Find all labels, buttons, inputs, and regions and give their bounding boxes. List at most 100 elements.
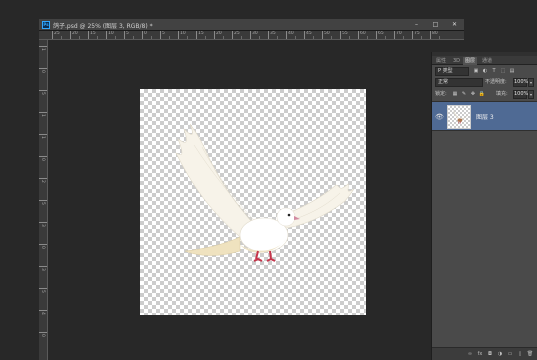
lock-label: 锁定: [435, 91, 447, 97]
ruler-minor-tick [259, 36, 260, 39]
lock-transparency-icon[interactable]: ▦ [451, 90, 459, 99]
blend-mode-dropdown[interactable]: 正常 [435, 78, 483, 87]
tab-3d[interactable]: 3D [451, 57, 462, 65]
new-group-icon[interactable]: ▭ [506, 350, 514, 359]
ruler-minor-tick [79, 36, 80, 39]
ruler-tick-label: 3 [40, 268, 45, 271]
ruler-tick: 65 [376, 31, 384, 39]
tab-channels[interactable]: 通道 [480, 57, 494, 65]
ruler-tick-label: 5 [40, 290, 45, 293]
ruler-tick-label: 20 [72, 31, 78, 36]
layer-thumbnail[interactable] [447, 105, 471, 129]
shape-filter-icon[interactable]: ⬚ [499, 67, 507, 76]
new-layer-icon[interactable]: ▯ [516, 350, 524, 359]
maximize-button[interactable]: □ [431, 21, 440, 29]
ruler-tick-label: 1 [40, 136, 45, 139]
ruler-minor-tick [223, 36, 224, 39]
ruler-tick-label: 70 [396, 31, 402, 36]
ruler-tick-label: 25 [234, 31, 240, 36]
ruler-tick-label: 4 [40, 312, 45, 315]
ruler-tick-label: 55 [342, 31, 348, 36]
ruler-tick: 75 [412, 31, 420, 39]
ruler-tick-label: 80 [432, 31, 438, 36]
type-filter-icon[interactable]: T [490, 67, 498, 76]
photoshop-icon: Ps [42, 21, 50, 29]
ruler-minor-tick [97, 36, 98, 39]
ruler-minor-tick [151, 36, 152, 39]
ruler-minor-tick [205, 36, 206, 39]
layer-style-icon[interactable]: fx [476, 350, 484, 359]
ruler-tick-label: 5 [162, 31, 165, 36]
ruler-minor-tick [421, 36, 422, 39]
ruler-minor-tick [277, 36, 278, 39]
ruler-tick: 20 [214, 31, 222, 39]
eye-icon[interactable]: 👁 [435, 113, 444, 121]
layer-row[interactable]: 👁 图层 3 [432, 101, 537, 131]
minimize-button[interactable]: – [412, 21, 421, 29]
ruler-minor-tick [439, 36, 440, 39]
ruler-tick-label: 20 [216, 31, 222, 36]
document-tab-bar[interactable]: Ps 鸽子.psd @ 25% (图层 3, RGB/8) * – □ ✕ [39, 19, 464, 31]
ruler-minor-tick [385, 36, 386, 39]
ruler-tick: 60 [358, 31, 366, 39]
lock-position-icon[interactable]: ✥ [469, 90, 477, 99]
trash-icon[interactable]: 🗑 [526, 350, 534, 359]
ruler-tick: 5 [39, 90, 47, 95]
document-title[interactable]: 鸽子.psd @ 25% (图层 3, RGB/8) * [53, 21, 153, 30]
ruler-tick: 2 [39, 178, 47, 183]
adjustment-layer-icon[interactable]: ◑ [496, 350, 504, 359]
add-mask-icon[interactable]: ◘ [486, 350, 494, 359]
ruler-tick-label: 0 [40, 334, 45, 337]
lock-pixels-icon[interactable]: ✎ [460, 90, 468, 99]
ruler-tick: 0 [142, 31, 147, 39]
ruler-tick: 10 [178, 31, 186, 39]
ruler-tick-label: 50 [324, 31, 330, 36]
ruler-tick-label: 75 [414, 31, 420, 36]
opacity-input[interactable]: 100% [513, 78, 528, 87]
opacity-label: 不透明度: [485, 79, 507, 85]
vertical-ruler[interactable]: 1 0 5 1 1 0 2 5 3 0 3 5 4 0 [39, 40, 48, 360]
adjustment-filter-icon[interactable]: ◐ [481, 67, 489, 76]
ruler-tick-label: 0 [40, 246, 45, 249]
panel-tabs: 属性 3D 图层 通道 [432, 56, 537, 65]
smart-object-filter-icon[interactable]: ▤ [508, 67, 516, 76]
ruler-tick: 35 [268, 31, 276, 39]
fill-input[interactable]: 100% [513, 90, 528, 99]
ruler-tick-label: 2 [40, 180, 45, 183]
link-layers-icon[interactable]: ∞ [466, 350, 474, 359]
dove-image [175, 123, 355, 262]
layer-name[interactable]: 图层 3 [476, 112, 494, 121]
ruler-tick-label: 0 [40, 158, 45, 161]
lock-all-icon[interactable]: 🔒 [478, 90, 486, 99]
pixel-filter-icon[interactable]: ▣ [472, 67, 480, 76]
ruler-tick: 1 [39, 112, 47, 117]
tab-layers[interactable]: 图层 [463, 57, 478, 65]
ruler-minor-tick [295, 36, 296, 39]
ruler-tick: 25 [52, 31, 60, 39]
kind-filter-dropdown[interactable]: P 类型 [435, 67, 469, 76]
ruler-tick: 10 [106, 31, 114, 39]
close-button[interactable]: ✕ [450, 21, 459, 29]
ruler-minor-tick [241, 36, 242, 39]
ruler-minor-tick [313, 36, 314, 39]
ruler-tick: 4 [39, 310, 47, 315]
ruler-tick: 25 [232, 31, 240, 39]
ruler-tick-label: 5 [126, 31, 129, 36]
ruler-tick: 5 [124, 31, 129, 39]
ruler-tick: 3 [39, 266, 47, 271]
ruler-tick-label: 1 [40, 48, 45, 51]
opacity-dropdown-arrow-icon[interactable]: ▾ [528, 78, 534, 87]
ruler-tick: 30 [250, 31, 258, 39]
lock-row: 锁定: ▦ ✎ ✥ 🔒 填充: 100% ▾ [432, 88, 537, 101]
fill-dropdown-arrow-icon[interactable]: ▾ [528, 90, 534, 99]
ruler-tick: 1 [39, 46, 47, 51]
ruler-minor-tick [169, 36, 170, 39]
ruler-tick-label: 10 [180, 31, 186, 36]
horizontal-ruler[interactable]: 25 20 15 10 5 0 5 10 15 20 25 30 35 40 4… [39, 31, 464, 40]
ruler-minor-tick [187, 36, 188, 39]
ruler-tick-label: 60 [360, 31, 366, 36]
dove-thumbnail-image [453, 110, 468, 124]
image-canvas[interactable] [140, 89, 366, 315]
ruler-tick: 80 [430, 31, 438, 39]
tab-properties[interactable]: 属性 [434, 57, 448, 65]
